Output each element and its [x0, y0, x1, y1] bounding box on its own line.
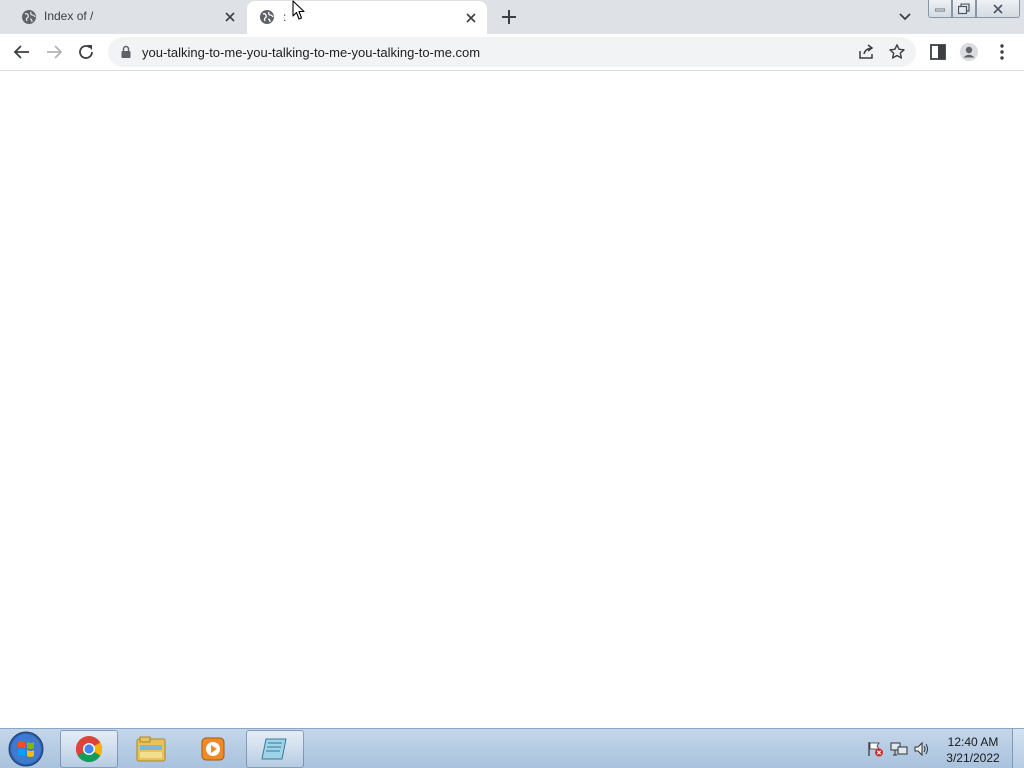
screen: Index of / : you-talking-to-me-you-talki…	[0, 0, 1024, 768]
side-panel-icon[interactable]	[928, 42, 948, 62]
address-bar[interactable]: you-talking-to-me-you-talking-to-me-you-…	[108, 37, 916, 67]
kebab-menu-icon[interactable]	[992, 42, 1012, 62]
show-desktop-button[interactable]	[1012, 729, 1024, 768]
mouse-cursor-icon	[292, 0, 305, 20]
reload-icon[interactable]	[76, 42, 96, 62]
start-button-icon[interactable]	[6, 731, 46, 767]
browser-toolbar: you-talking-to-me-you-talking-to-me-you-…	[0, 34, 1024, 71]
clock-time: 12:40 AM	[947, 735, 999, 749]
close-tab-icon[interactable]	[463, 10, 479, 26]
profile-icon[interactable]	[959, 42, 979, 62]
notepad-icon	[261, 738, 287, 760]
system-clock[interactable]: 12:40 AM 3/21/2022	[936, 734, 1010, 766]
forward-arrow-icon[interactable]	[44, 42, 64, 62]
minimize-icon	[935, 8, 945, 11]
restore-icon	[958, 3, 970, 14]
tab-index-of[interactable]: Index of /	[8, 0, 246, 34]
taskbar-chrome-button[interactable]	[60, 730, 118, 768]
close-window-button[interactable]	[976, 0, 1020, 18]
globe-icon	[260, 10, 274, 24]
close-tab-icon[interactable]	[222, 9, 238, 25]
chevron-down-icon[interactable]	[896, 9, 914, 25]
lock-icon[interactable]	[120, 45, 132, 59]
close-icon	[993, 3, 1003, 14]
restore-button[interactable]	[952, 0, 976, 18]
minimize-button[interactable]	[928, 0, 952, 18]
taskbar: 12:40 AM 3/21/2022	[0, 728, 1024, 768]
network-icon[interactable]	[890, 741, 908, 757]
globe-icon	[22, 10, 36, 24]
star-icon[interactable]	[888, 43, 906, 61]
file-explorer-icon	[136, 736, 166, 762]
url-text[interactable]: you-talking-to-me-you-talking-to-me-you-…	[142, 45, 480, 60]
back-arrow-icon[interactable]	[12, 42, 32, 62]
taskbar-explorer-button[interactable]	[122, 730, 180, 768]
volume-icon[interactable]	[913, 741, 931, 757]
share-icon[interactable]	[857, 43, 875, 61]
chrome-icon	[75, 736, 103, 763]
taskbar-notepad-button[interactable]	[246, 730, 304, 768]
action-center-flag-icon[interactable]	[866, 741, 884, 757]
tab-current[interactable]: :	[247, 1, 487, 34]
clock-date: 3/21/2022	[946, 751, 1000, 765]
page-content[interactable]	[0, 71, 1024, 728]
new-tab-plus-icon[interactable]	[499, 7, 519, 27]
media-player-icon	[201, 737, 225, 761]
tab-title: Index of /	[44, 9, 94, 23]
tab-title: :	[283, 10, 287, 24]
taskbar-media-player-button[interactable]	[184, 730, 242, 768]
tab-strip: Index of / :	[0, 0, 1024, 34]
